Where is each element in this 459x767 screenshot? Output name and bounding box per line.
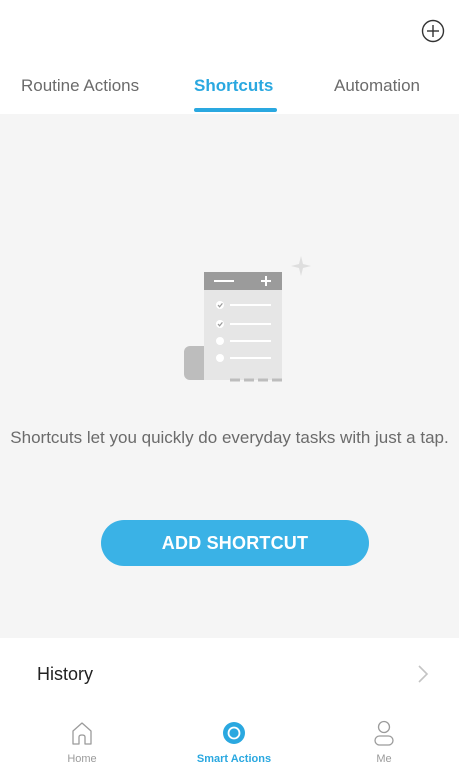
nav-smart-actions-label: Smart Actions bbox=[196, 753, 272, 765]
history-label: History bbox=[37, 664, 94, 684]
nav-me-label: Me bbox=[376, 753, 392, 765]
smart-actions-icon bbox=[223, 722, 245, 744]
chevron-right-icon bbox=[418, 665, 429, 683]
add-shortcut-button[interactable]: ADD SHORTCUT bbox=[101, 520, 369, 566]
tab-shortcuts[interactable]: Shortcuts bbox=[194, 76, 273, 96]
checklist-document-icon bbox=[184, 256, 311, 382]
tab-bar: Routine Actions Shortcuts Automation bbox=[0, 64, 459, 114]
empty-state-message: Shortcuts let you quickly do everyday ta… bbox=[10, 428, 449, 447]
history-row[interactable]: History bbox=[0, 638, 459, 708]
nav-me[interactable]: Me bbox=[334, 708, 434, 767]
add-button[interactable] bbox=[421, 19, 445, 43]
top-bar bbox=[0, 0, 459, 64]
bottom-nav: Home Smart Actions Me bbox=[0, 708, 459, 767]
shortcuts-empty-state: Shortcuts let you quickly do everyday ta… bbox=[0, 114, 459, 638]
plus-circle-icon bbox=[421, 19, 445, 43]
active-tab-indicator bbox=[194, 108, 277, 112]
nav-smart-actions[interactable]: Smart Actions bbox=[184, 708, 284, 767]
person-icon bbox=[374, 720, 394, 746]
tab-automation[interactable]: Automation bbox=[334, 76, 420, 96]
nav-home-label: Home bbox=[67, 753, 97, 765]
tab-routine-actions[interactable]: Routine Actions bbox=[21, 76, 139, 96]
nav-home[interactable]: Home bbox=[32, 708, 132, 767]
home-icon bbox=[72, 722, 92, 745]
